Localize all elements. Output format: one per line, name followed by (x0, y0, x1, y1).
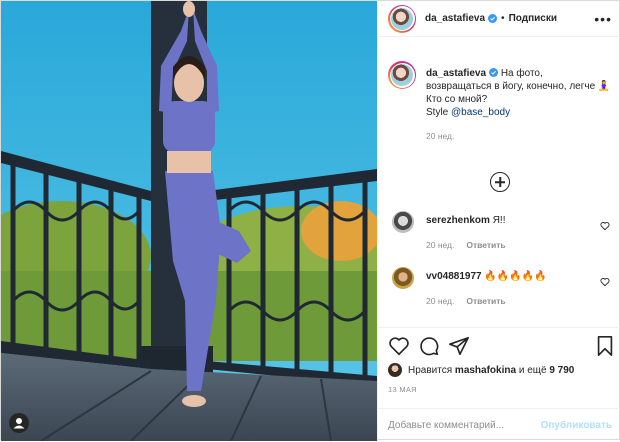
comment-icon[interactable] (418, 335, 440, 357)
comment-item: vv04881977 🔥🔥🔥🔥🔥 20 нед. Ответить (388, 267, 618, 307)
header-separator: • (501, 13, 505, 24)
liker-username[interactable]: mashafokina (455, 365, 516, 376)
add-comment-bar: Опубликовать (378, 408, 620, 442)
commenter-username[interactable]: vv04881977 (426, 271, 482, 282)
commenter-avatar[interactable] (392, 267, 414, 289)
post-photo[interactable] (1, 1, 377, 441)
likes-middle: и ещё (518, 364, 547, 376)
post-date: 13 МАЯ (388, 385, 417, 394)
author-username[interactable]: da_astafieva (425, 13, 485, 24)
likes-prefix: Нравится (408, 364, 453, 376)
bookmark-icon[interactable] (594, 335, 616, 357)
comment-like-icon[interactable] (600, 221, 610, 231)
commenter-username[interactable]: serezhenkom (426, 215, 490, 226)
post-side-panel: da_astafieva • Подписки ••• da_astafieva… (377, 1, 620, 441)
action-icons-row (388, 335, 614, 359)
caption-verified-badge-icon (489, 68, 499, 77)
comment-like-icon[interactable] (600, 277, 610, 287)
comments-section: da_astafieva На фото, возвращаться в йог… (378, 51, 620, 323)
caption-style-prefix: Style (426, 107, 452, 118)
comment-text: Я!! (492, 215, 506, 226)
comment-item: serezhenkom Я!! 20 нед. Ответить (388, 211, 618, 251)
caption-username[interactable]: da_astafieva (426, 68, 486, 79)
post-actions: Нравится mashafokina и ещё 9 790 13 МАЯ … (378, 327, 620, 441)
comment-time: 20 нед. (426, 240, 455, 250)
commenter-avatar[interactable] (392, 211, 414, 233)
share-icon[interactable] (448, 335, 470, 357)
post-caption: da_astafieva На фото, возвращаться в йог… (378, 51, 620, 151)
likes-summary[interactable]: Нравится mashafokina и ещё 9 790 (388, 363, 574, 377)
load-more-comments-icon[interactable] (490, 172, 510, 192)
caption-line-2: возвращаться в йогу, конечно, легче (426, 81, 596, 92)
comment-time: 20 нед. (426, 296, 455, 306)
yoga-photo-illustration (1, 1, 377, 441)
caption-mention-link[interactable]: @base_body (451, 107, 510, 118)
author-avatar[interactable] (388, 4, 416, 33)
heart-icon[interactable] (388, 335, 410, 357)
caption-line-3: Кто со мной? (426, 94, 488, 105)
tagged-users-icon[interactable] (9, 413, 29, 433)
likes-count[interactable]: 9 790 (549, 365, 574, 376)
instagram-post: da_astafieva • Подписки ••• da_astafieva… (0, 0, 620, 441)
caption-time: 20 нед. (426, 131, 455, 141)
reply-button[interactable]: Ответить (466, 240, 505, 250)
following-button[interactable]: Подписки (509, 13, 557, 24)
liker-avatar[interactable] (388, 363, 402, 377)
caption-author-avatar[interactable] (388, 61, 416, 89)
comment-text: 🔥🔥🔥🔥🔥 (484, 271, 547, 282)
post-header: da_astafieva • Подписки ••• (378, 1, 620, 37)
caption-text: da_astafieva На фото, возвращаться в йог… (426, 51, 612, 143)
reply-button[interactable]: Ответить (466, 296, 505, 306)
comment-input[interactable] (388, 420, 541, 431)
more-options-icon[interactable]: ••• (594, 12, 612, 26)
caption-line-1: На фото, (500, 68, 543, 79)
publish-button[interactable]: Опубликовать (541, 420, 612, 431)
verified-badge-icon (488, 14, 498, 23)
yoga-emoji-icon: 🧘‍♀️ (597, 81, 611, 92)
